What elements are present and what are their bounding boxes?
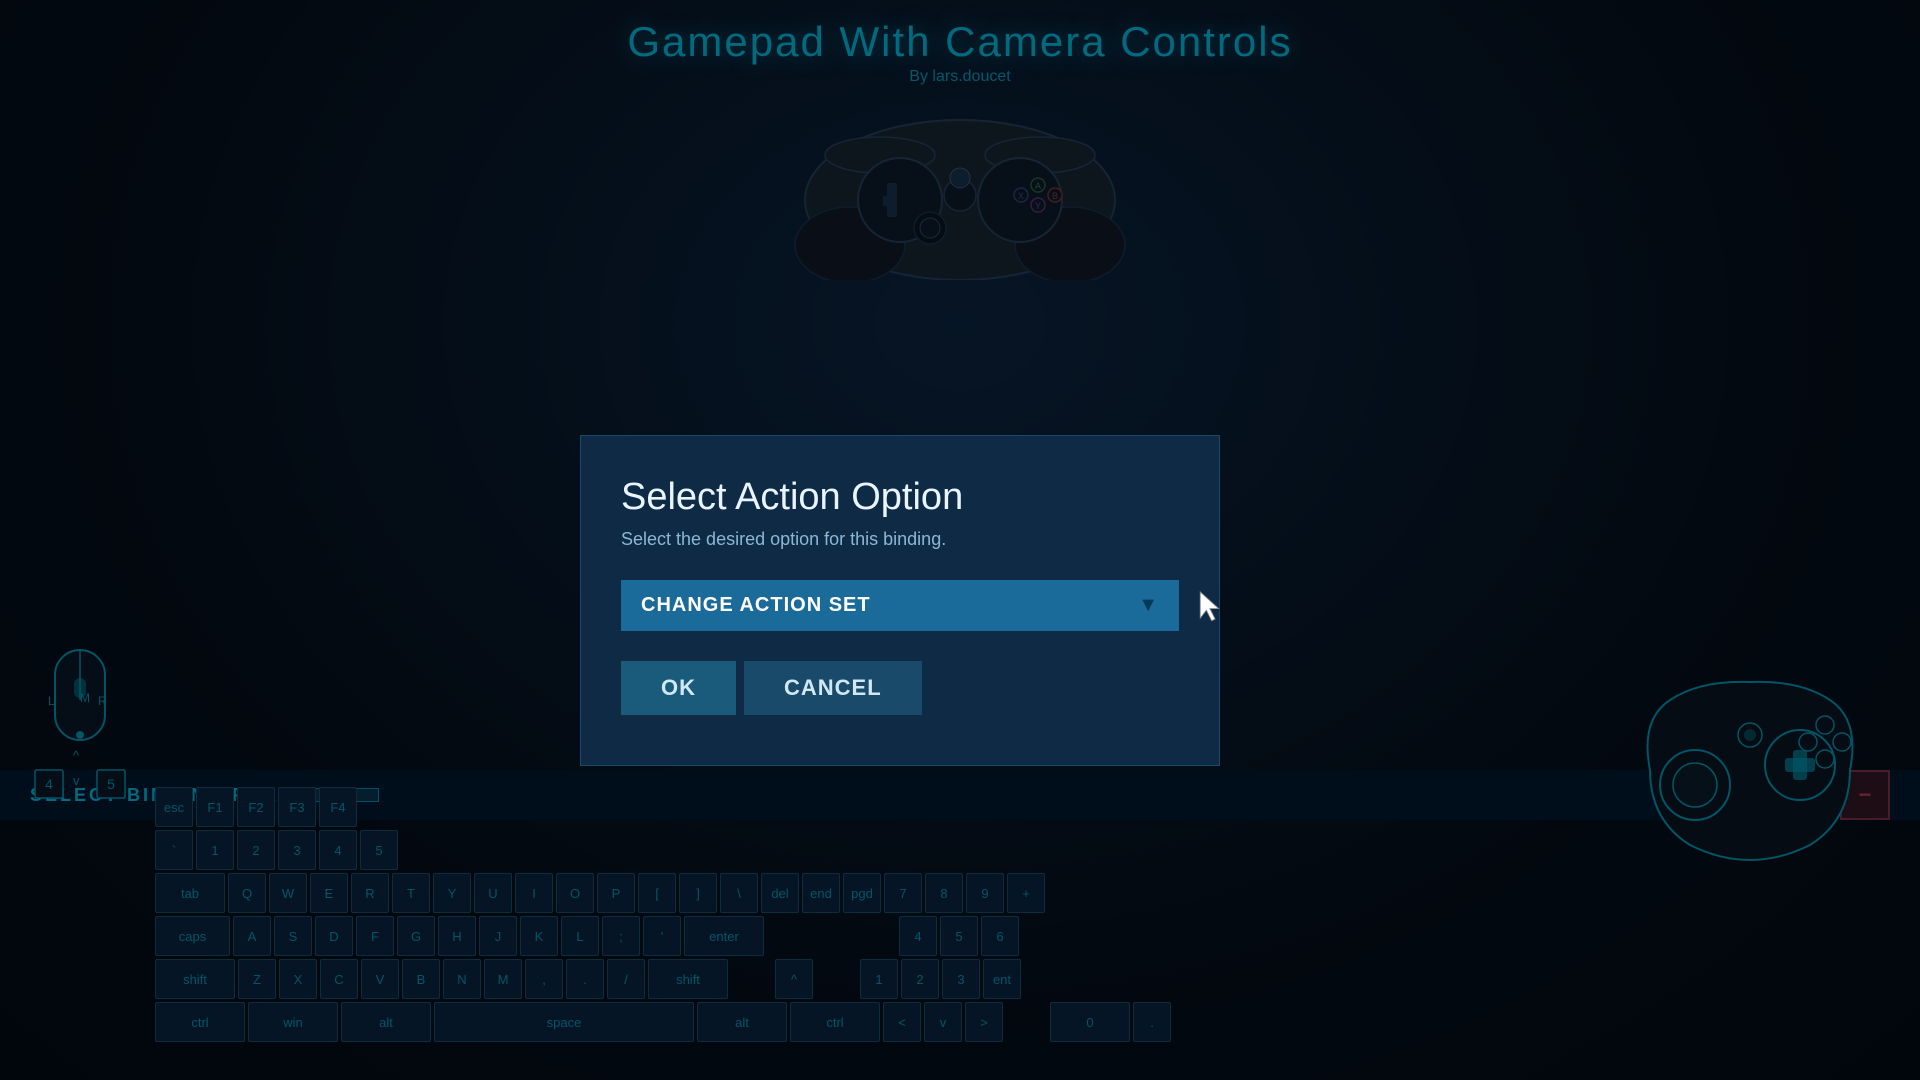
- dropdown-arrow-icon: ▼: [1138, 594, 1159, 617]
- modal-title: Select Action Option: [621, 476, 1179, 519]
- cancel-button[interactable]: CANCEL: [744, 661, 922, 715]
- modal-buttons: OK CANCEL: [621, 661, 1179, 715]
- modal-description: Select the desired option for this bindi…: [621, 529, 1179, 550]
- dropdown-selected-value: CHANGE ACTION SET: [641, 594, 871, 617]
- dropdown-wrapper: CHANGE ACTION SET ▼: [621, 580, 1179, 631]
- ok-button[interactable]: OK: [621, 661, 736, 715]
- cursor-icon: [1194, 588, 1224, 623]
- modal-overlay: Select Action Option Select the desired …: [0, 0, 1920, 1080]
- action-set-dropdown[interactable]: CHANGE ACTION SET ▼: [621, 580, 1179, 631]
- modal-dialog: Select Action Option Select the desired …: [580, 435, 1220, 766]
